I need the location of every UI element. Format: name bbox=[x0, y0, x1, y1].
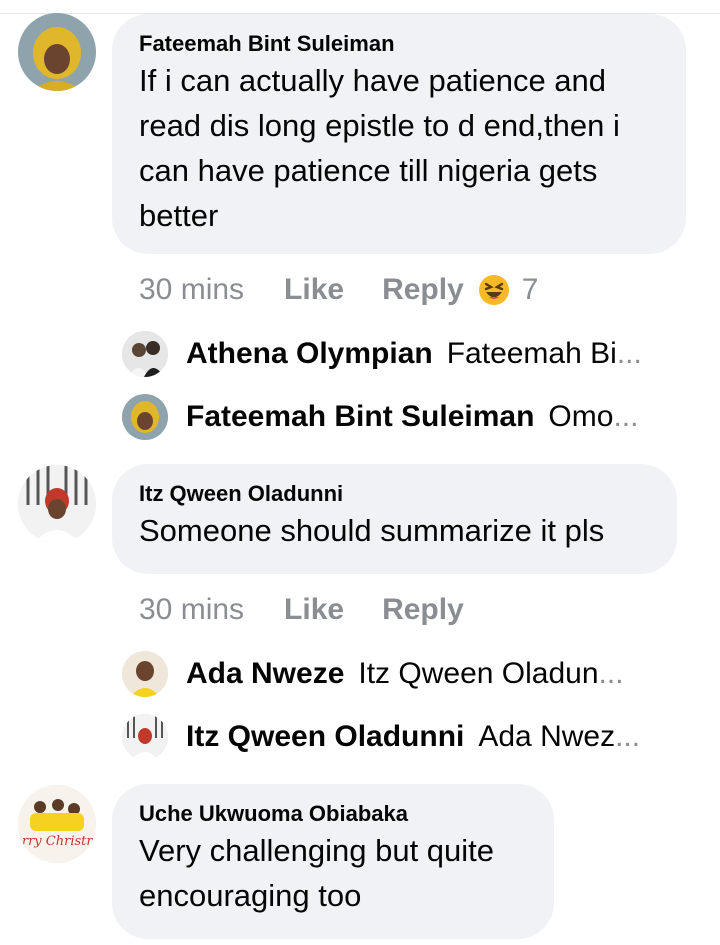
reaction-count[interactable]: 7 bbox=[522, 273, 539, 307]
comment-author[interactable]: Fateemah Bint Suleiman bbox=[139, 30, 658, 58]
avatar-fateemah-small bbox=[122, 394, 168, 440]
reply-author: Ada Nweze bbox=[186, 657, 345, 690]
reply-preview[interactable]: Fateemah Bint Suleiman Omo ... bbox=[122, 393, 638, 441]
comment-text-line: Someone should summarize it pls bbox=[139, 513, 605, 548]
reply-author: Athena Olympian bbox=[186, 337, 433, 370]
avatar-fateemah[interactable] bbox=[18, 13, 96, 91]
avatar-ada-nweze bbox=[122, 651, 168, 697]
avatar-athena bbox=[122, 331, 168, 377]
reply-ellipsis: ... bbox=[615, 720, 641, 753]
comment-time[interactable]: 30 mins bbox=[139, 593, 244, 627]
reply-author: Fateemah Bint Suleiman bbox=[186, 400, 535, 433]
comment-text-line: can have patience till nigeria gets bbox=[139, 153, 598, 188]
comment-bubble: Uche Ukwuoma Obiabaka Very challenging b… bbox=[112, 784, 554, 939]
reply-author: Itz Qween Oladunni bbox=[186, 720, 465, 753]
comment-text-line: If i can actually have patience and bbox=[139, 63, 607, 98]
comment-meta: 30 mins Like Reply bbox=[139, 590, 502, 630]
avatar-itz-qween[interactable] bbox=[18, 465, 96, 543]
comment-text-line: Very challenging but quite bbox=[139, 833, 495, 868]
like-button[interactable]: Like bbox=[284, 273, 344, 307]
reply-snippet: Itz Qween Oladun bbox=[358, 657, 599, 690]
reply-snippet: Omo bbox=[548, 400, 614, 433]
comment-meta: 30 mins Like Reply 7 bbox=[139, 270, 538, 310]
avatar-caption: Merry Christmas bbox=[18, 834, 96, 849]
avatar-itz-qween-small bbox=[122, 714, 168, 760]
reply-preview[interactable]: Itz Qween Oladunni Ada Nwez ... bbox=[122, 713, 640, 761]
reply-preview[interactable]: Athena Olympian Fateemah Bi ... bbox=[122, 330, 642, 378]
comment-author[interactable]: Uche Ukwuoma Obiabaka bbox=[139, 800, 526, 828]
reply-preview[interactable]: Ada Nweze Itz Qween Oladun ... bbox=[122, 650, 624, 698]
reply-snippet: Fateemah Bi bbox=[446, 337, 617, 370]
comment-text-line: read dis long epistle to d end,then i bbox=[139, 108, 620, 143]
reply-snippet: Ada Nwez bbox=[478, 720, 616, 753]
reply-ellipsis: ... bbox=[616, 337, 642, 370]
reply-button[interactable]: Reply bbox=[382, 593, 464, 627]
comment-time[interactable]: 30 mins bbox=[139, 273, 244, 307]
laughing-emoji-icon[interactable] bbox=[478, 274, 510, 306]
reply-button[interactable]: Reply bbox=[382, 273, 464, 307]
avatar-uche[interactable]: Merry Christmas bbox=[18, 785, 96, 863]
comment-bubble: Itz Qween Oladunni Someone should summar… bbox=[112, 464, 677, 574]
comment-bubble: Fateemah Bint Suleiman If i can actually… bbox=[112, 14, 686, 254]
comment-text-line: better bbox=[139, 198, 219, 233]
christmas-group-photo: Merry Christmas bbox=[18, 785, 96, 863]
reply-ellipsis: ... bbox=[598, 657, 624, 690]
like-button[interactable]: Like bbox=[284, 593, 344, 627]
comment-text-line: encouraging too bbox=[139, 878, 362, 913]
comment-author[interactable]: Itz Qween Oladunni bbox=[139, 480, 649, 508]
reply-ellipsis: ... bbox=[613, 400, 639, 433]
